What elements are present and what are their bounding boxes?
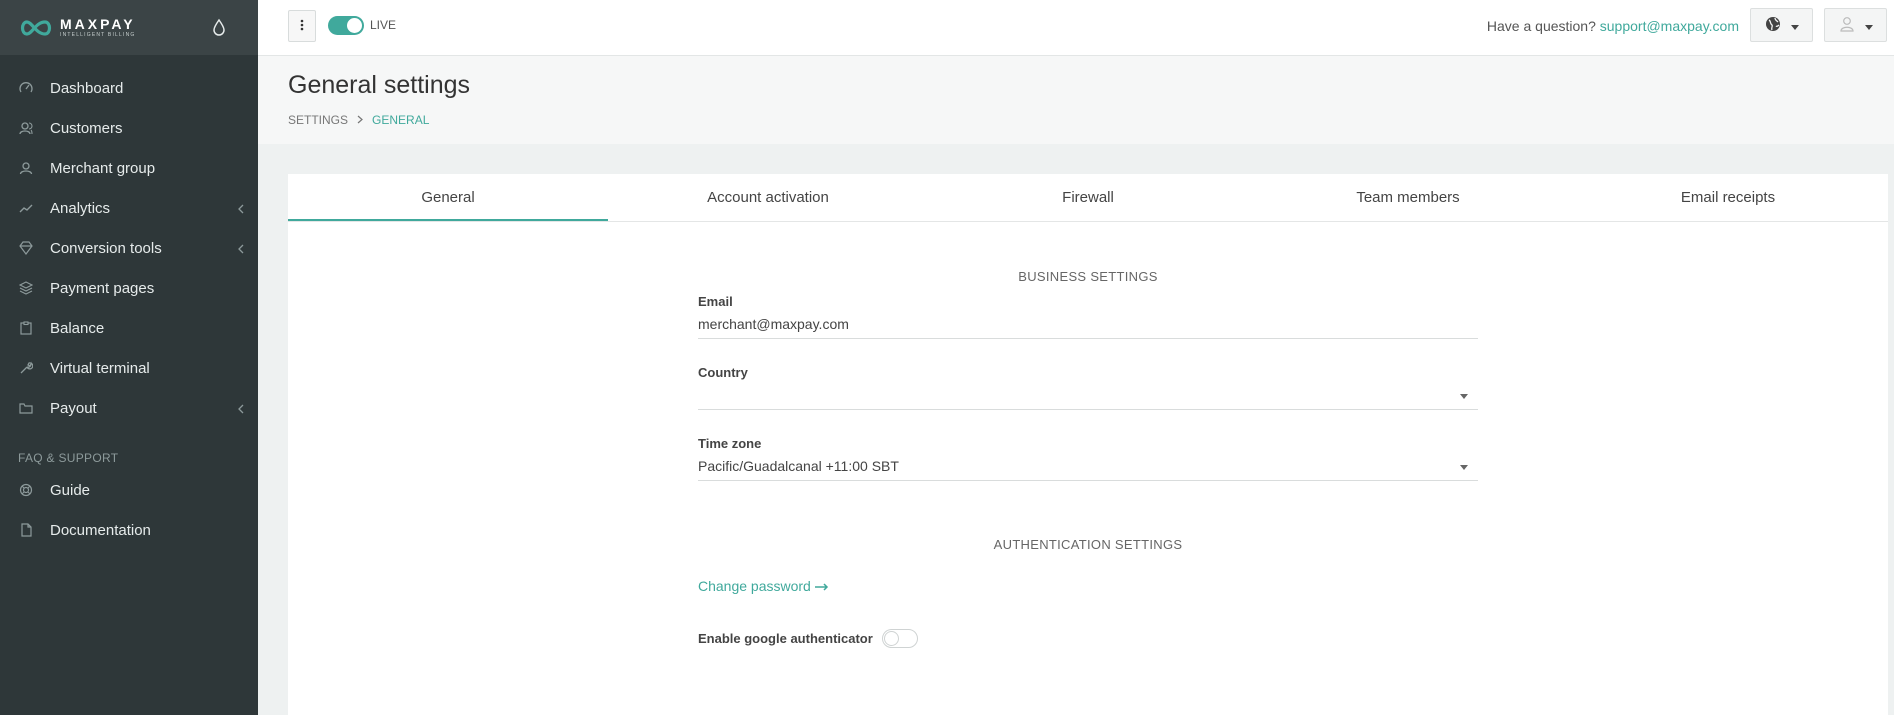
user-menu-button[interactable] [1824,8,1887,42]
sidebar-item-label: Analytics [50,199,111,217]
sidebar: MAXPAY INTELLIGENT BILLING Dashboard Cus… [0,0,258,715]
sidebar-item-dashboard[interactable]: Dashboard [0,68,258,108]
language-dropdown-button[interactable] [1750,8,1813,42]
sidebar-item-payment-pages[interactable]: Payment pages [0,268,258,308]
document-icon [18,522,34,538]
sidebar-item-label: Balance [50,319,105,337]
arrow-right-icon [814,578,829,594]
support-question: Have a question? support@maxpay.com [1487,18,1739,34]
lifebuoy-icon [18,482,34,498]
business-settings-title: BUSINESS SETTINGS [1018,269,1158,284]
sidebar-item-label: Merchant group [50,159,156,177]
timezone-select[interactable]: Pacific/Guadalcanal +11:00 SBT [698,451,1478,481]
sidebar-item-label: Conversion tools [50,239,162,257]
folder-icon [18,400,34,416]
breadcrumb-settings[interactable]: SETTINGS [288,113,348,127]
tab-general[interactable]: General [288,174,608,221]
clipboard-icon [18,320,34,336]
sidebar-item-payout[interactable]: Payout [0,388,258,428]
toggle-knob [347,18,362,33]
chart-line-icon [18,200,34,216]
sidebar-item-label: Virtual terminal [50,359,150,377]
sidebar-item-balance[interactable]: Balance [0,308,258,348]
breadcrumb-general: GENERAL [372,113,430,127]
email-field[interactable]: merchant@maxpay.com [698,309,1478,339]
timezone-value: Pacific/Guadalcanal +11:00 SBT [698,458,899,474]
sidebar-nav: Dashboard Customers Merchant group Analy… [0,55,258,550]
sidebar-section-faq-support: FAQ & SUPPORT [18,451,119,465]
sidebar-item-conversion-tools[interactable]: Conversion tools [0,228,258,268]
chevron-left-icon [237,202,245,214]
sidebar-item-analytics[interactable]: Analytics [0,188,258,228]
google-authenticator-row: Enable google authenticator [698,629,1478,648]
layers-icon [18,280,34,296]
google-authenticator-toggle[interactable] [881,629,918,648]
user-avatar-icon [1839,16,1855,35]
topbar: LIVE Have a question? support@maxpay.com [258,0,1894,56]
user-icon [18,160,34,176]
caret-down-icon [1460,394,1468,399]
google-authenticator-label: Enable google authenticator [698,631,873,646]
question-text: Have a question? [1486,18,1596,34]
caret-down-icon [1790,17,1799,33]
settings-tabs: General Account activation Firewall Team… [288,174,1888,222]
diamond-icon [18,240,34,256]
caret-down-icon [1864,17,1873,33]
live-mode-toggle[interactable] [328,16,364,35]
breadcrumb: SETTINGS GENERAL [288,113,429,127]
authentication-settings-title: AUTHENTICATION SETTINGS [993,537,1183,552]
page-header: General settings SETTINGS GENERAL [258,56,1894,144]
country-select[interactable] [698,380,1478,410]
page-title: General settings [288,71,471,99]
toggle-knob [883,631,899,646]
tab-firewall[interactable]: Firewall [928,174,1248,221]
wrench-icon [18,360,34,376]
sidebar-item-customers[interactable]: Customers [0,108,258,148]
support-email-link[interactable]: support@maxpay.com [1600,18,1739,34]
brand-name: MAXPAY [60,16,136,32]
tab-team-members[interactable]: Team members [1248,174,1568,221]
sidebar-item-guide[interactable]: Guide [0,470,258,510]
change-password-link[interactable]: Change password [698,578,829,594]
tab-account-activation[interactable]: Account activation [608,174,928,221]
theme-drop-icon[interactable] [212,17,226,37]
change-password-row: Change password [698,578,1478,594]
logo-text: MAXPAY INTELLIGENT BILLING [60,17,136,38]
gauge-icon [18,80,34,96]
change-password-label: Change password [698,578,811,594]
sidebar-item-label: Customers [50,119,123,137]
tab-email-receipts[interactable]: Email receipts [1568,174,1888,221]
sidebar-item-merchant-group[interactable]: Merchant group [0,148,258,188]
chevron-right-icon [357,113,363,127]
caret-down-icon [1460,465,1468,470]
chevron-left-icon [237,402,245,414]
email-label: Email [698,294,733,309]
maxpay-logo-icon [18,18,54,38]
timezone-label: Time zone [698,436,762,451]
settings-form: BUSINESS SETTINGS Email merchant@maxpay.… [698,222,1478,648]
chevron-left-icon [237,242,245,254]
sidebar-item-label: Payout [50,399,97,417]
logo-bar: MAXPAY INTELLIGENT BILLING [0,0,258,55]
sidebar-item-label: Dashboard [50,79,124,97]
sidebar-item-documentation[interactable]: Documentation [0,510,258,550]
live-mode-label: LIVE [370,18,397,32]
country-label: Country [698,365,748,380]
vertical-dots-icon [300,18,304,34]
sidebar-item-label: Guide [50,481,91,499]
globe-icon [1765,16,1781,35]
sidebar-item-virtual-terminal[interactable]: Virtual terminal [0,348,258,388]
settings-card: General Account activation Firewall Team… [288,174,1888,715]
brand-tagline: INTELLIGENT BILLING [60,32,136,38]
users-icon [18,120,34,136]
sidebar-item-label: Documentation [50,521,151,539]
more-menu-button[interactable] [288,10,316,42]
email-value: merchant@maxpay.com [698,316,849,332]
sidebar-item-label: Payment pages [50,279,155,297]
